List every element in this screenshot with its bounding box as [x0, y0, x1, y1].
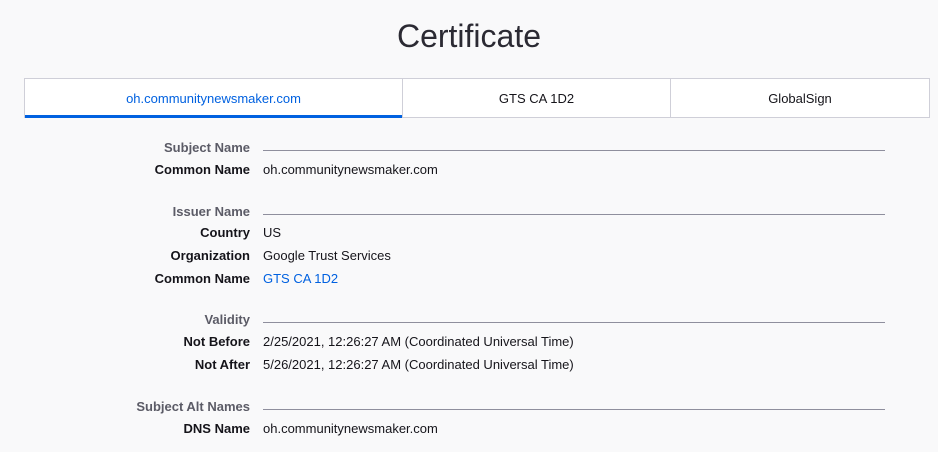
field-value: oh.communitynewsmaker.com — [263, 421, 438, 436]
tab-root-certificate[interactable]: GlobalSign — [671, 79, 929, 117]
field-key: Common Name — [154, 271, 250, 286]
certificate-viewer: Certificate oh.communitynewsmaker.com GT… — [0, 0, 938, 452]
field-key: Not After — [194, 357, 250, 372]
section-divider — [263, 214, 885, 215]
section-divider — [263, 322, 885, 323]
field-key: Not Before — [183, 334, 250, 349]
field-row: Not Before 2/25/2021, 12:26:27 AM (Coord… — [0, 334, 938, 354]
field-value: US — [263, 225, 282, 240]
section-label: Subject Name — [164, 140, 250, 155]
section-label: Validity — [204, 312, 250, 327]
tab-intermediate-certificate[interactable]: GTS CA 1D2 — [403, 79, 671, 117]
page-title: Certificate — [396, 18, 542, 54]
field-value: Google Trust Services — [263, 248, 391, 263]
section-validity: Validity — [0, 312, 938, 332]
field-key: Country — [200, 225, 250, 240]
certificate-tabs: oh.communitynewsmaker.com GTS CA 1D2 Glo… — [24, 78, 930, 118]
field-row: Common Name oh.communitynewsmaker.com — [0, 162, 938, 182]
section-label: Issuer Name — [172, 204, 250, 219]
section-subject-name: Subject Name — [0, 140, 938, 160]
field-row: DNS Name oh.communitynewsmaker.com — [0, 421, 938, 441]
tab-leaf-certificate[interactable]: oh.communitynewsmaker.com — [25, 79, 403, 118]
issuer-certificate-link[interactable]: GTS CA 1D2 — [263, 271, 338, 286]
field-key: Common Name — [154, 162, 250, 177]
field-key: DNS Name — [183, 421, 250, 436]
field-value: oh.communitynewsmaker.com — [263, 162, 438, 177]
field-row: Organization Google Trust Services — [0, 248, 938, 268]
section-divider — [263, 409, 885, 410]
section-label: Subject Alt Names — [136, 399, 250, 414]
section-divider — [263, 150, 885, 151]
field-row: Country US — [0, 225, 938, 245]
field-key: Organization — [170, 248, 250, 263]
field-value: 2/25/2021, 12:26:27 AM (Coordinated Univ… — [263, 334, 574, 349]
section-issuer-name: Issuer Name — [0, 204, 938, 224]
field-value: 5/26/2021, 12:26:27 AM (Coordinated Univ… — [263, 357, 574, 372]
field-row: Not After 5/26/2021, 12:26:27 AM (Coordi… — [0, 357, 938, 377]
section-subject-alt-names: Subject Alt Names — [0, 399, 938, 419]
field-row: Common Name GTS CA 1D2 — [0, 271, 938, 291]
